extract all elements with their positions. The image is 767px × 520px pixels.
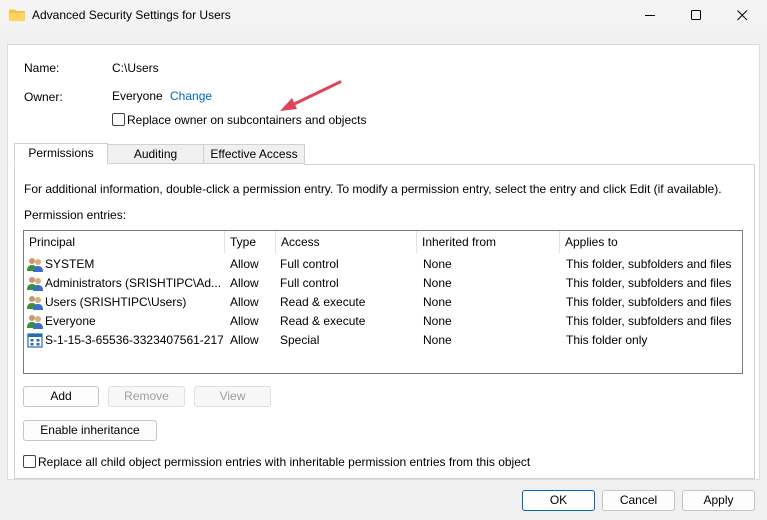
minimize-button[interactable] bbox=[628, 0, 674, 31]
access-cell: Read & execute bbox=[280, 314, 366, 328]
inherited-from-cell: None bbox=[423, 314, 452, 328]
view-button[interactable]: View bbox=[194, 386, 271, 407]
access-cell: Read & execute bbox=[280, 295, 366, 309]
table-row[interactable]: Everyone Allow Read & execute None This … bbox=[24, 312, 742, 331]
applies-to-cell: This folder only bbox=[566, 333, 648, 347]
minimize-icon bbox=[645, 15, 655, 16]
maximize-button[interactable] bbox=[674, 0, 720, 31]
title-bar: Advanced Security Settings for Users bbox=[0, 0, 767, 31]
replace-owner-checkbox[interactable] bbox=[112, 113, 125, 126]
access-cell: Special bbox=[280, 333, 320, 347]
cancel-button[interactable]: Cancel bbox=[602, 490, 675, 511]
tab-effective-access-label: Effective Access bbox=[210, 147, 298, 161]
column-header-access[interactable]: Access bbox=[276, 231, 416, 253]
type-cell: Allow bbox=[230, 257, 259, 271]
ok-button[interactable]: OK bbox=[522, 490, 595, 511]
name-label: Name: bbox=[24, 61, 60, 75]
window-title: Advanced Security Settings for Users bbox=[32, 8, 231, 22]
column-header-type[interactable]: Type bbox=[225, 231, 275, 253]
principal-cell: Everyone bbox=[45, 314, 96, 328]
table-row[interactable]: S-1-15-3-65536-3323407561-217... Allow S… bbox=[24, 331, 742, 350]
type-cell: Allow bbox=[230, 295, 259, 309]
table-row[interactable]: Administrators (SRISHTIPC\Ad... Allow Fu… bbox=[24, 274, 742, 293]
permissions-description: For additional information, double-click… bbox=[24, 182, 722, 196]
app-package-icon bbox=[27, 333, 43, 348]
applies-to-cell: This folder, subfolders and files bbox=[566, 295, 732, 309]
replace-child-permissions-label: Replace all child object permission entr… bbox=[38, 455, 531, 469]
access-cell: Full control bbox=[280, 257, 339, 271]
user-group-icon bbox=[27, 296, 43, 310]
tab-permissions-label: Permissions bbox=[28, 146, 94, 160]
tab-auditing[interactable]: Auditing bbox=[107, 144, 204, 164]
principal-cell: S-1-15-3-65536-3323407561-217... bbox=[45, 333, 223, 347]
owner-value: Everyone bbox=[112, 89, 163, 103]
type-cell: Allow bbox=[230, 314, 259, 328]
close-icon bbox=[737, 10, 748, 21]
tab-auditing-label: Auditing bbox=[133, 147, 178, 161]
replace-child-permissions-checkbox[interactable] bbox=[23, 455, 36, 468]
user-group-icon bbox=[27, 258, 43, 272]
maximize-icon bbox=[691, 10, 701, 20]
principal-cell: SYSTEM bbox=[45, 257, 95, 271]
user-group-icon bbox=[27, 277, 43, 291]
owner-label: Owner: bbox=[24, 90, 63, 104]
remove-button[interactable]: Remove bbox=[108, 386, 185, 407]
folder-icon bbox=[9, 9, 25, 21]
applies-to-cell: This folder, subfolders and files bbox=[566, 257, 732, 271]
principal-cell: Users (SRISHTIPC\Users) bbox=[45, 295, 187, 309]
column-header-applies-to[interactable]: Applies to bbox=[560, 231, 740, 253]
enable-inheritance-button[interactable]: Enable inheritance bbox=[23, 420, 157, 441]
change-owner-link[interactable]: Change bbox=[170, 89, 212, 103]
access-cell: Full control bbox=[280, 276, 339, 290]
applies-to-cell: This folder, subfolders and files bbox=[566, 276, 732, 290]
replace-owner-label: Replace owner on subcontainers and objec… bbox=[127, 113, 367, 127]
table-row[interactable]: Users (SRISHTIPC\Users) Allow Read & exe… bbox=[24, 293, 742, 312]
column-header-inherited-from[interactable]: Inherited from bbox=[417, 231, 559, 253]
permission-entries-list[interactable]: Principal Type Access Inherited from App… bbox=[23, 230, 743, 374]
principal-cell: Administrators (SRISHTIPC\Ad... bbox=[45, 276, 222, 290]
name-value: C:\Users bbox=[112, 61, 159, 75]
column-header-principal[interactable]: Principal bbox=[24, 231, 224, 253]
permission-entries-label: Permission entries: bbox=[24, 208, 127, 222]
inherited-from-cell: None bbox=[423, 333, 452, 347]
inherited-from-cell: None bbox=[423, 276, 452, 290]
applies-to-cell: This folder, subfolders and files bbox=[566, 314, 732, 328]
tab-effective-access[interactable]: Effective Access bbox=[203, 144, 305, 164]
type-cell: Allow bbox=[230, 333, 259, 347]
type-cell: Allow bbox=[230, 276, 259, 290]
apply-button[interactable]: Apply bbox=[682, 490, 755, 511]
annotation-arrow-icon bbox=[280, 80, 342, 111]
add-button[interactable]: Add bbox=[23, 386, 99, 407]
table-row[interactable]: SYSTEM Allow Full control None This fold… bbox=[24, 255, 742, 274]
close-button[interactable] bbox=[720, 0, 766, 31]
inherited-from-cell: None bbox=[423, 295, 452, 309]
user-group-icon bbox=[27, 315, 43, 329]
tab-permissions[interactable]: Permissions bbox=[14, 143, 108, 165]
tab-strip-line bbox=[304, 164, 755, 165]
inherited-from-cell: None bbox=[423, 257, 452, 271]
